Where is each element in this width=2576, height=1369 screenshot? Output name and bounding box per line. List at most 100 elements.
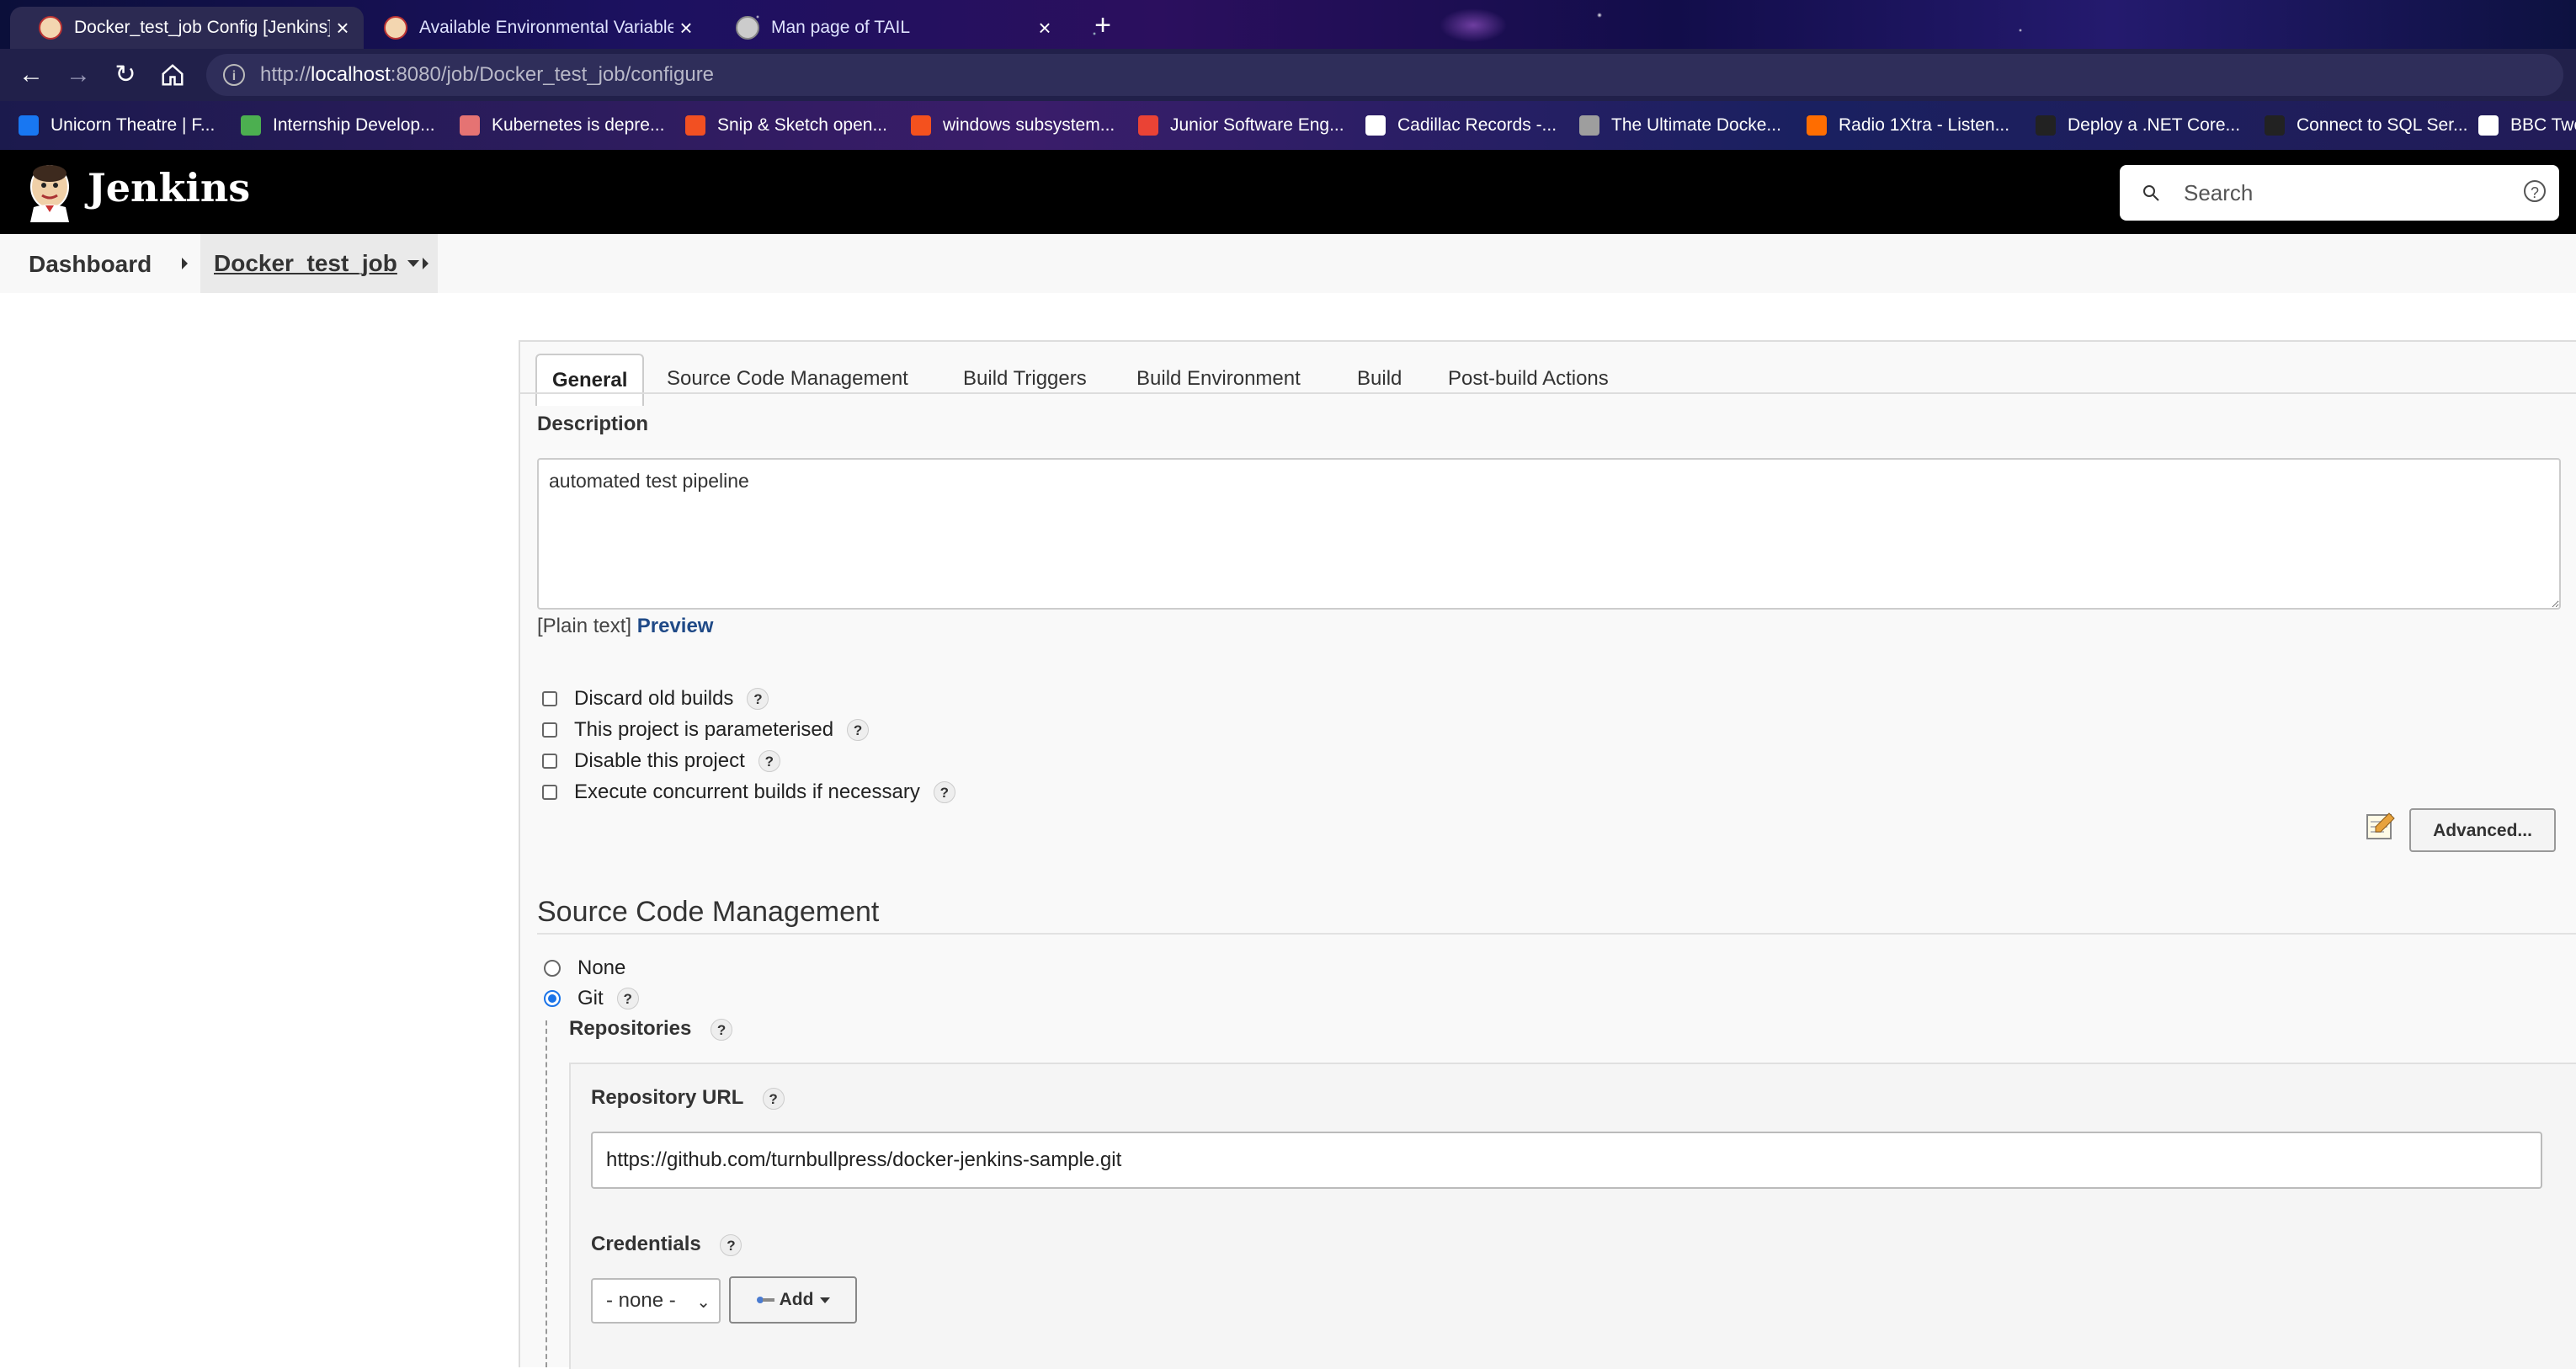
bookmark-favicon-icon	[685, 115, 705, 136]
new-tab-button[interactable]: +	[1086, 8, 1120, 42]
option-concurrent-builds[interactable]: Execute concurrent builds if necessary ?	[542, 780, 955, 804]
option-discard-old-builds[interactable]: Discard old builds ?	[542, 687, 769, 711]
jenkins-favicon-icon	[39, 16, 62, 40]
section-divider	[537, 933, 2576, 935]
bookmark-favicon-icon	[2478, 115, 2499, 136]
repository-url-input[interactable]	[591, 1132, 2542, 1189]
bookmark-favicon-icon	[1579, 115, 1599, 136]
bookmark-favicon-icon	[911, 115, 931, 136]
bookmark-item[interactable]: Connect to SQL Ser...	[2265, 113, 2468, 138]
tab-general[interactable]: General	[535, 354, 645, 406]
scm-option-label: Git	[577, 987, 604, 1009]
reload-icon[interactable]: ↻	[106, 56, 145, 94]
address-bar[interactable]: i http://localhost:8080/job/Docker_test_…	[206, 54, 2563, 96]
site-info-icon[interactable]: i	[223, 64, 245, 86]
close-tab-icon[interactable]: ×	[673, 15, 699, 41]
advanced-button[interactable]: Advanced...	[2409, 808, 2556, 852]
bookmark-item[interactable]: Internship Develop...	[241, 113, 435, 138]
preview-link[interactable]: Preview	[637, 615, 714, 637]
description-label: Description	[537, 413, 649, 435]
checkbox[interactable]	[542, 691, 557, 706]
add-credentials-button[interactable]: Add	[729, 1276, 857, 1324]
notepad-icon[interactable]	[2364, 810, 2396, 842]
scm-option-none[interactable]: None	[544, 956, 625, 980]
help-icon[interactable]: ?	[933, 781, 955, 803]
plain-text-label: [Plain text]	[537, 615, 632, 637]
bookmark-item[interactable]: The Ultimate Docke...	[1579, 113, 1781, 138]
jenkins-search-box[interactable]: ?	[2120, 165, 2559, 221]
radio-button[interactable]	[544, 960, 561, 977]
config-panel: General Source Code Management Build Tri…	[519, 340, 2576, 1369]
credentials-select[interactable]: - none - ⌄	[591, 1278, 721, 1324]
address-url: http://localhost:8080/job/Docker_test_jo…	[260, 63, 715, 86]
bookmark-item[interactable]: Radio 1Xtra - Listen...	[1807, 113, 2009, 138]
repositories-label-text: Repositories	[569, 1017, 692, 1040]
browser-tab-man-tail[interactable]: Man page of TAIL ×	[721, 7, 1066, 49]
option-parameterised[interactable]: This project is parameterised ?	[542, 718, 870, 742]
breadcrumb: Dashboard Docker_test_job	[0, 234, 2576, 293]
description-textarea[interactable]: automated test pipeline	[537, 458, 2561, 610]
bookmark-label: Junior Software Eng...	[1170, 115, 1344, 135]
search-icon	[2143, 185, 2159, 201]
close-tab-icon[interactable]: ×	[330, 15, 355, 41]
bookmark-item[interactable]: Kubernetes is depre...	[460, 113, 664, 138]
help-icon[interactable]: ?	[847, 719, 870, 741]
bookmark-favicon-icon	[2036, 115, 2056, 136]
jenkins-brand[interactable]: Jenkins	[88, 165, 250, 210]
scm-option-git[interactable]: Git ?	[544, 987, 639, 1010]
search-help-icon[interactable]: ?	[2524, 180, 2546, 202]
browser-tab-env-vars[interactable]: Available Environmental Variable ×	[370, 7, 707, 49]
jenkins-logo-icon[interactable]	[24, 162, 76, 222]
back-icon[interactable]: ←	[12, 56, 51, 94]
jenkins-favicon-icon	[384, 16, 407, 40]
checkbox[interactable]	[542, 722, 557, 738]
tab-source-code-management[interactable]: Source Code Management	[652, 354, 923, 404]
credentials-selected-value: - none -	[606, 1289, 676, 1312]
bookmark-item[interactable]: Snip & Sketch open...	[685, 113, 887, 138]
help-icon[interactable]: ?	[762, 1088, 785, 1110]
radio-button-selected[interactable]	[544, 990, 561, 1007]
help-icon[interactable]: ?	[616, 988, 639, 1009]
bookmark-item[interactable]: Cadillac Records -...	[1365, 113, 1557, 138]
bookmark-item[interactable]: Junior Software Eng...	[1138, 113, 1344, 138]
chevron-down-icon	[820, 1297, 831, 1303]
chevron-down-icon[interactable]	[407, 260, 419, 267]
bookmark-label: Kubernetes is depre...	[492, 115, 665, 135]
breadcrumb-dashboard[interactable]: Dashboard	[29, 251, 152, 278]
tab-divider	[520, 392, 2576, 394]
repositories-label: Repositories ?	[569, 1017, 733, 1041]
bookmark-favicon-icon	[1138, 115, 1158, 136]
checkbox[interactable]	[542, 754, 557, 769]
bookmark-item[interactable]: windows subsystem...	[911, 113, 1115, 138]
bookmarks-bar: Unicorn Theatre | F... Internship Develop…	[0, 101, 2576, 150]
breadcrumb-job-label[interactable]: Docker_test_job	[214, 250, 397, 277]
repository-box	[569, 1063, 2576, 1369]
bookmark-item[interactable]: BBC Two	[2478, 113, 2576, 138]
tab-build-environment[interactable]: Build Environment	[1121, 354, 1316, 404]
option-label: Discard old builds	[574, 687, 734, 710]
browser-tab-jenkins-config[interactable]: Docker_test_job Config [Jenkins] ×	[10, 7, 364, 49]
help-icon[interactable]: ?	[758, 750, 780, 772]
key-icon	[756, 1297, 774, 1303]
home-icon[interactable]	[153, 56, 192, 94]
browser-tab-strip: Docker_test_job Config [Jenkins] × Avail…	[0, 0, 2576, 49]
bookmark-item[interactable]: Unicorn Theatre | F...	[19, 113, 215, 138]
bookmark-label: BBC Two	[2510, 115, 2576, 135]
bookmark-favicon-icon	[19, 115, 39, 136]
tab-build-triggers[interactable]: Build Triggers	[948, 354, 1102, 404]
checkbox[interactable]	[542, 785, 557, 800]
forward-icon[interactable]: →	[59, 56, 98, 94]
breadcrumb-separator-icon[interactable]	[423, 258, 428, 269]
search-input[interactable]	[2182, 178, 2505, 207]
breadcrumb-separator-icon[interactable]	[182, 258, 188, 269]
breadcrumb-job[interactable]: Docker_test_job	[200, 234, 438, 293]
help-icon[interactable]: ?	[720, 1234, 742, 1256]
tab-post-build-actions[interactable]: Post-build Actions	[1433, 354, 1624, 404]
tab-build[interactable]: Build	[1342, 354, 1417, 404]
help-icon[interactable]: ?	[747, 688, 769, 710]
option-disable-project[interactable]: Disable this project ?	[542, 749, 780, 773]
tab-title: Man page of TAIL	[771, 18, 910, 37]
close-tab-icon[interactable]: ×	[1032, 15, 1057, 41]
help-icon[interactable]: ?	[711, 1019, 733, 1041]
bookmark-item[interactable]: Deploy a .NET Core...	[2036, 113, 2240, 138]
